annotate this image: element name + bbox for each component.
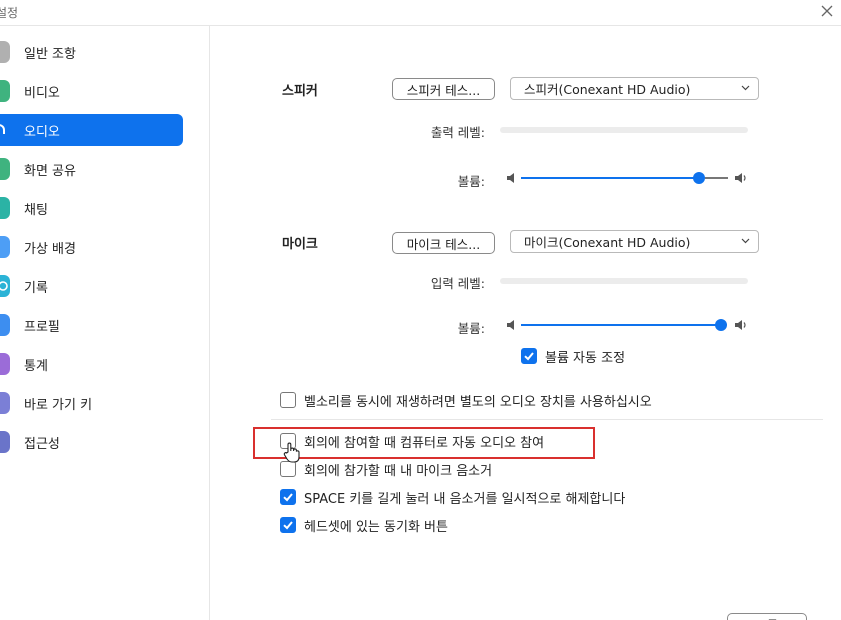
mic-volume-thumb[interactable]: [715, 319, 727, 331]
sidebar-item-label: 채팅: [24, 202, 48, 218]
close-icon[interactable]: [819, 3, 835, 19]
headphones-icon: [0, 119, 10, 141]
sidebar-item-audio[interactable]: 오디오: [0, 114, 183, 146]
auto-adjust-volume-checkbox[interactable]: [521, 348, 537, 364]
auto-adjust-volume-row[interactable]: 볼륨 자동 조정: [521, 346, 625, 366]
volume-low-icon: [507, 173, 514, 183]
sidebar-item-label: 가상 배경: [24, 241, 76, 257]
separate-ringtone-device-checkbox[interactable]: [280, 392, 296, 408]
keyboard-icon: [0, 392, 10, 414]
sidebar-item-statistics[interactable]: 통계: [0, 348, 183, 380]
option-row[interactable]: SPACE 키를 길게 눌러 내 음소거를 일시적으로 해제합니다: [280, 487, 625, 507]
statistics-icon: [0, 353, 10, 375]
sidebar-item-label: 프로필: [24, 319, 60, 335]
section-divider: [271, 419, 823, 420]
sidebar-item-general[interactable]: 일반 조항: [0, 36, 183, 68]
video-camera-icon: [0, 80, 10, 102]
sidebar-item-label: 비디오: [24, 85, 60, 101]
headset-sync-button-checkbox[interactable]: [280, 517, 296, 533]
input-level-label: 입력 레벨:: [430, 276, 485, 291]
chat-bubble-icon: [0, 197, 10, 219]
output-level-meter: [500, 127, 748, 133]
advanced-button[interactable]: 고급: [727, 613, 807, 620]
speaker-volume-thumb[interactable]: [693, 172, 705, 184]
sidebar-item-accessibility[interactable]: 접근성: [0, 426, 183, 458]
option-row[interactable]: 회의에 참가할 때 내 마이크 음소거: [280, 459, 492, 479]
checkmark-icon: [283, 521, 293, 530]
option-row[interactable]: 헤드셋에 있는 동기화 버튼: [280, 515, 448, 535]
speaker-device-select[interactable]: 스피커(Conexant HD Audio): [510, 77, 759, 100]
profile-icon: [0, 314, 10, 336]
option-label: SPACE 키를 길게 눌러 내 음소거를 일시적으로 해제합니다: [304, 491, 626, 507]
sidebar-item-label: 통계: [24, 358, 48, 374]
highlight-box: [253, 427, 595, 459]
option-row[interactable]: 벨소리를 동시에 재생하려면 별도의 오디오 장치를 사용하십시오: [280, 390, 652, 410]
gear-icon: [0, 41, 10, 63]
chevron-down-icon: [741, 238, 750, 244]
title-bar: 설정: [0, 0, 841, 26]
sidebar-item-chat[interactable]: 채팅: [0, 192, 183, 224]
mic-volume-slider[interactable]: [521, 317, 727, 333]
mic-section-label: 마이크: [282, 237, 318, 252]
input-level-meter: [500, 278, 748, 284]
sidebar-item-screen-share[interactable]: 화면 공유: [0, 153, 183, 185]
accessibility-icon: [0, 431, 10, 453]
sidebar-item-virtual-background[interactable]: 가상 배경: [0, 231, 183, 263]
mic-test-button[interactable]: 마이크 테스...: [392, 232, 495, 254]
output-level-label: 출력 레벨:: [430, 125, 485, 140]
settings-sidebar: 일반 조항 비디오 오디오 화면 공유 채팅 가상 배경 기록 프로필 통계 바…: [0, 26, 210, 620]
sidebar-item-label: 바로 가기 키: [24, 397, 93, 413]
option-label: 벨소리를 동시에 재생하려면 별도의 오디오 장치를 사용하십시오: [304, 394, 652, 410]
window-title: 설정: [0, 6, 19, 20]
volume-high-icon: [735, 173, 746, 183]
sidebar-item-profile[interactable]: 프로필: [0, 309, 183, 341]
mic-device-value: 마이크(Conexant HD Audio): [524, 235, 691, 250]
hand-cursor-icon: [283, 442, 300, 463]
virtual-background-icon: [0, 236, 10, 258]
speaker-volume-label: 볼륨:: [457, 174, 485, 189]
space-key-unmute-checkbox[interactable]: [280, 489, 296, 505]
sidebar-item-label: 화면 공유: [24, 163, 76, 179]
sidebar-item-label: 기록: [24, 280, 48, 296]
volume-low-icon: [507, 320, 514, 330]
volume-high-icon: [735, 320, 746, 330]
auto-adjust-volume-label: 볼륨 자동 조정: [545, 350, 626, 366]
checkmark-icon: [524, 352, 534, 361]
screen-share-icon: [0, 158, 10, 180]
record-icon: [0, 275, 10, 297]
mic-volume-label: 볼륨:: [457, 321, 485, 336]
option-label: 회의에 참가할 때 내 마이크 음소거: [304, 463, 493, 479]
mic-device-select[interactable]: 마이크(Conexant HD Audio): [510, 230, 759, 253]
sidebar-item-video[interactable]: 비디오: [0, 75, 183, 107]
sidebar-item-label: 오디오: [24, 124, 60, 140]
speaker-test-button[interactable]: 스피커 테스...: [392, 78, 495, 100]
sidebar-item-label: 접근성: [24, 436, 60, 452]
speaker-device-value: 스피커(Conexant HD Audio): [524, 82, 691, 97]
option-label: 헤드셋에 있는 동기화 버튼: [304, 519, 448, 535]
sidebar-item-shortcuts[interactable]: 바로 가기 키: [0, 387, 183, 419]
audio-settings-panel: 스피커 스피커 테스... 스피커(Conexant HD Audio) 출력 …: [211, 26, 841, 620]
speaker-section-label: 스피커: [282, 84, 318, 99]
chevron-down-icon: [741, 85, 750, 91]
checkmark-icon: [283, 493, 293, 502]
speaker-volume-slider[interactable]: [521, 170, 728, 186]
sidebar-item-recording[interactable]: 기록: [0, 270, 183, 302]
sidebar-item-label: 일반 조항: [24, 46, 76, 62]
